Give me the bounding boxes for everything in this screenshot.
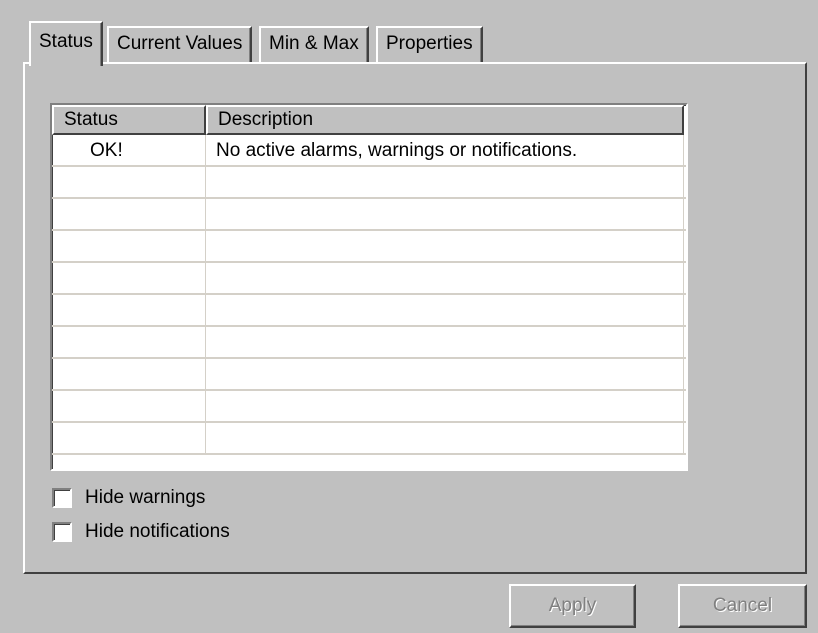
hide-notifications-label: Hide notifications xyxy=(85,521,230,542)
table-row[interactable] xyxy=(52,391,686,423)
status-cell xyxy=(52,423,206,453)
tab-current-values[interactable]: Current Values xyxy=(107,26,253,62)
hide-warnings-label: Hide warnings xyxy=(85,487,206,508)
table-row[interactable] xyxy=(52,423,686,455)
hide-warnings-checkbox[interactable]: Hide warnings xyxy=(52,487,205,509)
status-cell xyxy=(52,327,206,357)
cancel-button[interactable]: Cancel xyxy=(678,584,807,628)
checkbox-box[interactable] xyxy=(52,522,72,542)
list-header: Status Description xyxy=(52,105,686,135)
column-header-description[interactable]: Description xyxy=(206,105,684,135)
tab-min-max[interactable]: Min & Max xyxy=(259,26,369,62)
description-cell xyxy=(206,199,684,229)
description-cell xyxy=(206,263,684,293)
status-cell: OK! xyxy=(52,135,206,165)
hide-notifications-checkbox[interactable]: Hide notifications xyxy=(52,521,230,543)
status-cell xyxy=(52,199,206,229)
table-row[interactable]: OK! No active alarms, warnings or notifi… xyxy=(52,135,686,167)
tab-status[interactable]: Status xyxy=(29,21,103,66)
description-cell xyxy=(206,391,684,421)
table-row[interactable] xyxy=(52,327,686,359)
table-row[interactable] xyxy=(52,295,686,327)
table-row[interactable] xyxy=(52,167,686,199)
description-cell xyxy=(206,167,684,197)
checkbox-box[interactable] xyxy=(52,488,72,508)
table-row[interactable] xyxy=(52,263,686,295)
description-cell xyxy=(206,295,684,325)
status-list[interactable]: Status Description OK! No active alarms,… xyxy=(50,103,688,471)
description-cell xyxy=(206,231,684,261)
status-cell xyxy=(52,231,206,261)
description-cell: No active alarms, warnings or notificati… xyxy=(206,135,684,165)
table-row[interactable] xyxy=(52,359,686,391)
status-cell xyxy=(52,359,206,389)
status-cell xyxy=(52,167,206,197)
table-row[interactable] xyxy=(52,231,686,263)
description-cell xyxy=(206,423,684,453)
table-row[interactable] xyxy=(52,199,686,231)
apply-button[interactable]: Apply xyxy=(509,584,636,628)
column-header-status[interactable]: Status xyxy=(52,105,206,135)
status-cell xyxy=(52,295,206,325)
status-tab-page: Status Description OK! No active alarms,… xyxy=(23,62,807,574)
tab-properties[interactable]: Properties xyxy=(376,26,483,62)
description-cell xyxy=(206,327,684,357)
status-cell xyxy=(52,263,206,293)
list-rows: OK! No active alarms, warnings or notifi… xyxy=(52,135,686,455)
description-cell xyxy=(206,359,684,389)
status-cell xyxy=(52,391,206,421)
